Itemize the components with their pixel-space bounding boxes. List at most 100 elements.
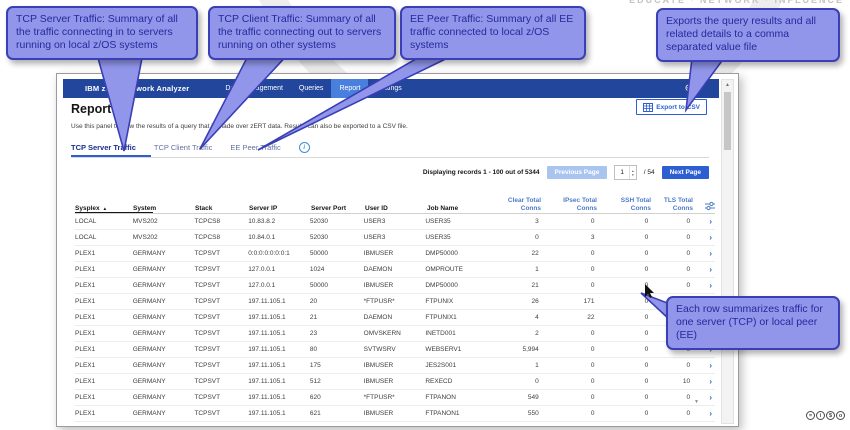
cell: PLEX1 [75, 250, 96, 257]
cell: 0 [590, 378, 595, 385]
page-number-input[interactable]: 1 ▴ ▾ [614, 165, 637, 180]
row-expand-chevron-icon[interactable]: › [696, 217, 715, 226]
table-header: Sysplex ▲ System Stack Server IP Server Port U… [75, 189, 715, 213]
cell: 127.0.0.1 [248, 282, 276, 289]
cell: DMP50000 [425, 282, 458, 289]
cell: PLEX1 [75, 425, 133, 426]
callout-tcp-server: TCP Server Traffic: Summary of all the t… [6, 6, 198, 60]
tab-tcp-client-traffic[interactable]: TCP Client Traffic [154, 143, 213, 152]
table-row[interactable]: PLEX1 GERMANY TCPSVT 197.11.105.1 512 IBMUSER… [75, 374, 715, 390]
nav-item-data-management[interactable]: Data Management [217, 79, 291, 98]
callout-ee-peer: EE Peer Traffic: Summary of all EE traff… [400, 6, 586, 60]
globe-icon[interactable]: ⊕ [685, 79, 693, 98]
column-header-clear-total-conns[interactable]: Clear Total Conns [495, 197, 547, 213]
cell: 10.83.8.2 [248, 218, 276, 225]
table-row[interactable]: LOCAL MVS202 TCPCS8 10.84.0.1 52030 USER3 USER… [75, 230, 715, 246]
table-row[interactable]: PLEX1 GERMANY TCPSVT 197.11.105.1 175 IBMUSER… [75, 358, 715, 374]
table-row[interactable]: PLEX1 GERMANY TCPSVT 197.11.105.1 621 IBMUSER… [75, 406, 715, 422]
cell: USER35 [425, 218, 451, 225]
scrollbar-thumb[interactable] [724, 92, 731, 150]
table-row[interactable]: LOCAL MVS202 TCPCS8 10.83.8.2 52030 USER3 USER… [75, 214, 715, 230]
nav-item-report[interactable]: Report [331, 79, 369, 98]
cell: 0 [686, 234, 691, 241]
column-header-server-ip[interactable]: Server IP [249, 205, 311, 213]
table-row[interactable]: PLEX1 GERMANY TCPSVT 197.11.105.1 23 OMVSKERN… [75, 326, 715, 342]
cell: GERMANY [132, 378, 166, 385]
table-row[interactable]: PLEX1 GERMANY TCPSVT 197.11.105.1 620 *FTPUSR… [75, 390, 715, 406]
column-header-ipsec-total-conns[interactable]: IPsec Total Conns [547, 197, 603, 213]
column-header-stack[interactable]: Stack [195, 205, 249, 213]
cell: 197.11.105.1 [248, 330, 286, 337]
column-header-tls-total-conns[interactable]: TLS Total Conns [657, 197, 699, 213]
cell: 0 [590, 410, 595, 417]
cell: 26 [531, 298, 539, 305]
records-summary: Displaying records 1 - 100 out of 5344 [422, 169, 540, 176]
page-spinner[interactable]: ▴ ▾ [628, 166, 636, 179]
table-row[interactable]: PLEX1GERMANYTCPSVT197.11.105.1623IBMUSER… [75, 422, 715, 426]
row-expand-chevron-icon[interactable]: › [696, 265, 715, 274]
cell: 0 [545, 425, 601, 426]
nav-item-queries[interactable]: Queries [291, 79, 332, 98]
cell: GERMANY [133, 425, 195, 426]
cell: 0 [644, 218, 649, 225]
column-header-ssh-total-conns[interactable]: SSH Total Conns [603, 197, 657, 213]
cell: 0 [644, 266, 649, 273]
cell: INETD001 [425, 330, 456, 337]
cell: 0 [686, 266, 691, 273]
cell: USER3 [363, 218, 386, 225]
page-title: Report [71, 102, 112, 116]
export-label: Export to CSV [656, 103, 700, 111]
tab-tcp-server-traffic[interactable]: TCP Server Traffic [71, 143, 136, 152]
cell: 20 [309, 298, 318, 305]
row-expand-chevron-icon[interactable]: › [696, 361, 715, 370]
cell: PLEX1 [75, 410, 96, 417]
app-window: IBM zERT Network Analyzer Data Managemen… [56, 73, 739, 427]
column-header-job-name[interactable]: Job Name [427, 205, 495, 213]
cell: USER35 [425, 234, 451, 241]
column-settings-icon[interactable] [699, 201, 715, 213]
cell: 197.11.105.1 [248, 314, 286, 321]
table-scroll-down-icon[interactable]: ▼ [694, 399, 699, 405]
row-expand-chevron-icon[interactable]: › [696, 425, 715, 426]
cell: 10 [682, 378, 691, 385]
row-expand-chevron-icon[interactable]: › [696, 281, 715, 290]
nav-item-settings[interactable]: Settings [368, 79, 409, 98]
column-header-server-port[interactable]: Server Port [311, 205, 365, 213]
info-icon[interactable]: i [298, 142, 310, 153]
table-row[interactable]: PLEX1 GERMANY TCPSVT 197.11.105.1 21 DAEMON FT… [75, 310, 715, 326]
previous-page-button[interactable]: Previous Page [546, 166, 608, 179]
cell: 623 [310, 425, 364, 426]
export-to-csv-button[interactable]: Export to CSV [636, 99, 707, 115]
cell: IBMUSER [363, 378, 394, 385]
column-header-user-id[interactable]: User ID [365, 205, 427, 213]
table-row[interactable]: PLEX1 GERMANY TCPSVT 127.0.0.1 50000 IBMUSER D… [75, 278, 715, 294]
cell: 0 [590, 218, 595, 225]
callout-row-summary: Each row summarizes traffic for one serv… [666, 296, 840, 350]
row-expand-chevron-icon[interactable]: › [696, 377, 715, 386]
cell: 197.11.105.1 [248, 425, 310, 426]
row-expand-chevron-icon[interactable]: › [696, 233, 715, 242]
table-row[interactable]: PLEX1 GERMANY TCPSVT 197.11.105.1 80 SVTWSRV W… [75, 342, 715, 358]
cell: TCPCS8 [194, 218, 221, 225]
top-navbar: IBM zERT Network Analyzer Data Managemen… [63, 79, 719, 98]
cell: GERMANY [132, 330, 166, 337]
cell: TCPSVT [194, 250, 221, 257]
cell: 10.84.0.1 [248, 234, 276, 241]
cell: 0 [644, 346, 649, 353]
cell: TCPSVT [194, 410, 221, 417]
cell: 21 [309, 314, 318, 321]
cell: 0 [644, 362, 649, 369]
next-page-button[interactable]: Next Page [661, 166, 709, 179]
cell: MVS202 [132, 218, 158, 225]
window-scrollbar[interactable]: ▲ [721, 79, 734, 424]
spinner-down-icon[interactable]: ▾ [632, 173, 634, 177]
row-expand-chevron-icon[interactable]: › [696, 409, 715, 418]
table-row[interactable]: PLEX1 GERMANY TCPSVT 127.0.0.1 1024 DAEMON OMP… [75, 262, 715, 278]
tab-ee-peer-traffic[interactable]: EE Peer Traffic [230, 143, 280, 152]
cell: 0 [686, 362, 691, 369]
scroll-up-arrow-icon[interactable]: ▲ [722, 82, 733, 88]
row-expand-chevron-icon[interactable]: › [696, 249, 715, 258]
table-row[interactable]: PLEX1 GERMANY TCPSVT 0:0:0:0:0:0:0:1 50000 IB… [75, 246, 715, 262]
table-row[interactable]: PLEX1 GERMANY TCPSVT 197.11.105.1 20 *FTPUSR*… [75, 294, 715, 310]
cell: JES2S001 [425, 362, 457, 369]
